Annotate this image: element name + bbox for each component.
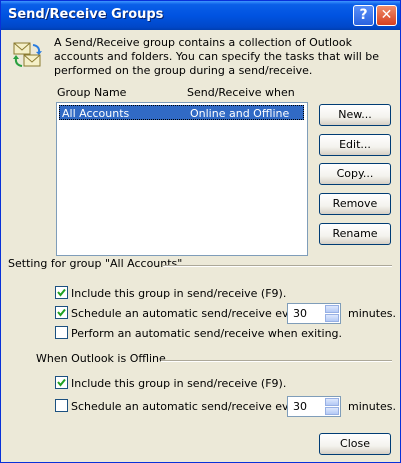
offline-minutes-label: minutes. <box>348 400 397 413</box>
groups-list[interactable]: All Accounts Online and Offline <box>56 102 308 256</box>
schedule-checkbox[interactable] <box>55 306 68 319</box>
dialog-body: A Send/Receive group contains a collecti… <box>1 30 400 462</box>
offline-schedule-checkbox[interactable] <box>55 399 68 412</box>
offline-schedule-label: Schedule an automatic send/receive every <box>71 400 307 413</box>
exit-checkbox[interactable] <box>55 326 68 339</box>
group-name-cell: All Accounts <box>62 107 130 120</box>
schedule-minutes-spinner[interactable]: 30 <box>287 303 341 324</box>
help-icon[interactable]: ? <box>353 5 374 26</box>
send-receive-icon <box>13 42 42 67</box>
spinner-value: 30 <box>293 400 307 413</box>
check-icon <box>57 308 66 317</box>
spin-up-icon[interactable] <box>325 398 339 406</box>
include-group-label: Include this group in send/receive (F9). <box>71 287 287 300</box>
remove-button[interactable]: Remove <box>319 193 391 215</box>
window-title: Send/Receive Groups <box>8 7 164 22</box>
rename-button[interactable]: Rename <box>319 223 391 245</box>
offline-include-checkbox[interactable] <box>55 376 68 389</box>
spin-down-icon[interactable] <box>325 407 339 415</box>
title-bar: Send/Receive Groups ? ✕ <box>1 1 400 30</box>
schedule-label: Schedule an automatic send/receive every <box>71 307 307 320</box>
list-item[interactable]: All Accounts Online and Offline <box>59 105 304 120</box>
edit-button[interactable]: Edit... <box>319 134 391 156</box>
offline-minutes-spinner[interactable]: 30 <box>287 396 341 417</box>
column-header-group-name: Group Name <box>57 86 127 99</box>
column-header-send-receive-when: Send/Receive when <box>187 86 295 99</box>
close-button[interactable]: Close <box>319 433 391 455</box>
divider <box>163 265 392 267</box>
spin-down-icon[interactable] <box>325 314 339 322</box>
include-group-checkbox[interactable] <box>55 286 68 299</box>
new-button[interactable]: New... <box>319 104 391 126</box>
offline-include-label: Include this group in send/receive (F9). <box>71 377 287 390</box>
spinner-value: 30 <box>293 307 307 320</box>
check-icon <box>57 378 66 387</box>
copy-button[interactable]: Copy... <box>319 163 391 185</box>
send-receive-when-cell: Online and Offline <box>190 107 290 120</box>
description-text: A Send/Receive group contains a collecti… <box>54 36 380 77</box>
spin-up-icon[interactable] <box>325 305 339 313</box>
offline-label: When Outlook is Offline <box>36 352 166 365</box>
setting-group-label: Setting for group "All Accounts" <box>8 257 183 270</box>
check-icon <box>57 288 66 297</box>
divider <box>161 360 392 362</box>
exit-label: Perform an automatic send/receive when e… <box>71 327 343 340</box>
close-icon[interactable]: ✕ <box>376 5 397 26</box>
minutes-label: minutes. <box>348 307 397 320</box>
send-receive-groups-dialog: Send/Receive Groups ? ✕ A Send/Receive g… <box>0 0 401 463</box>
